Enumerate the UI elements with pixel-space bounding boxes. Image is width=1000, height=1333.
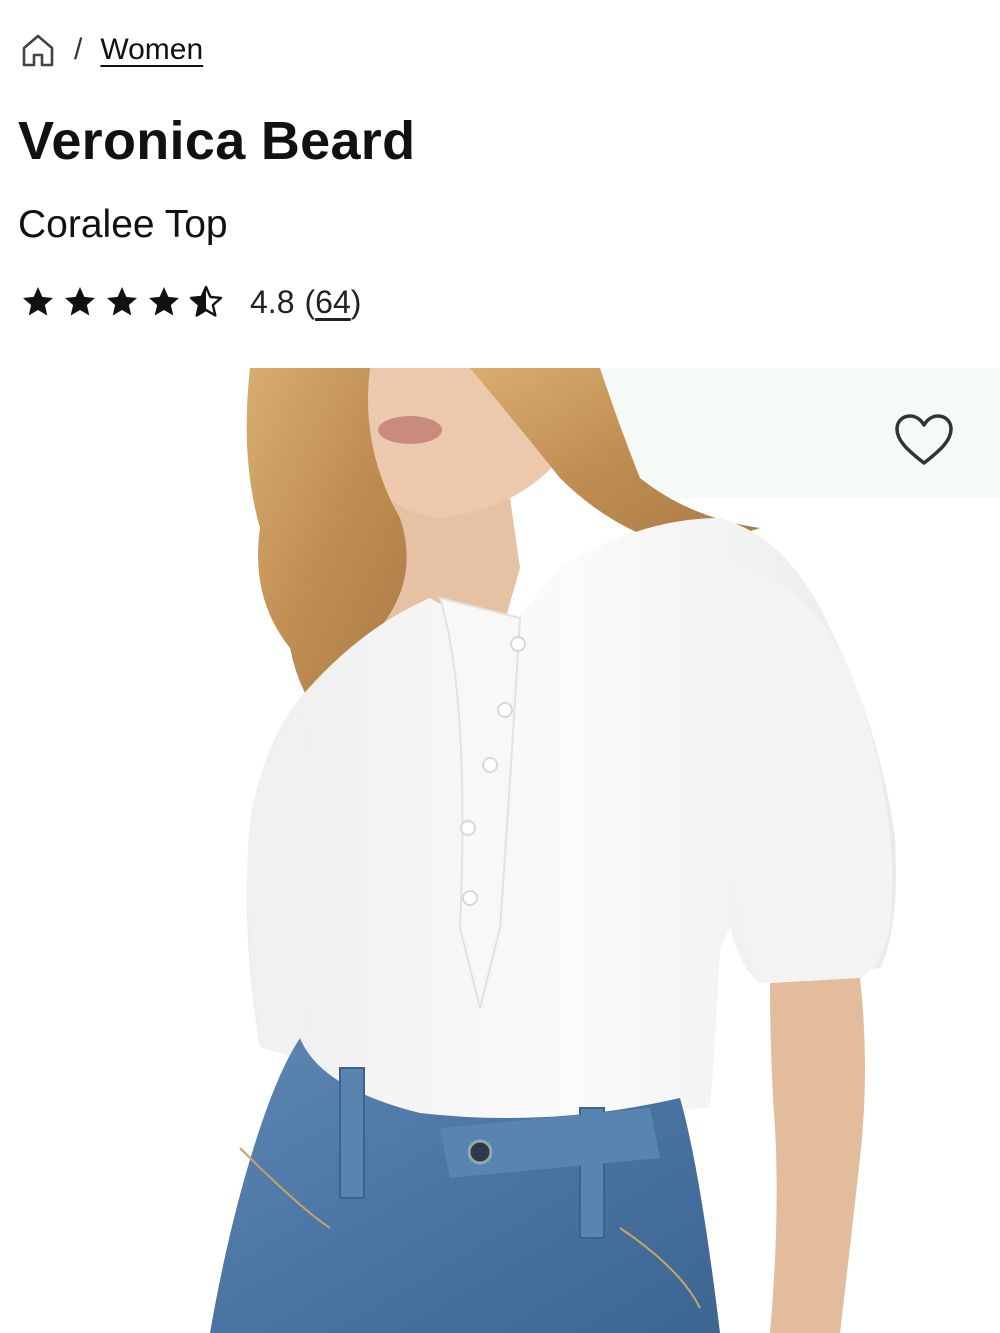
wishlist-button[interactable] — [892, 408, 956, 472]
rating-value: 4.8 — [250, 283, 295, 320]
product-title: Coralee Top — [18, 203, 228, 246]
star-half-icon — [189, 285, 223, 317]
star-filled-icon — [23, 287, 53, 316]
product-photo — [0, 368, 1000, 1333]
review-count-close: ) — [350, 283, 362, 320]
brand-name[interactable]: Veronica Beard — [18, 110, 415, 172]
breadcrumb-separator: / — [74, 33, 83, 66]
rating-summary[interactable]: 4.8 (64) — [20, 278, 361, 326]
star-rating — [20, 284, 224, 320]
star-filled-icon — [65, 287, 95, 316]
star-filled-icon — [107, 287, 137, 316]
breadcrumb: / Women — [20, 28, 203, 72]
heart-icon — [895, 414, 953, 465]
review-count-open: ( — [304, 283, 316, 320]
review-count-number[interactable]: 64 — [315, 284, 351, 320]
product-image[interactable] — [0, 368, 1000, 1333]
product-page: / Women Veronica Beard Coralee Top 4.8 (… — [0, 0, 1000, 1333]
star-filled-icon — [149, 287, 179, 316]
home-icon[interactable] — [20, 30, 56, 70]
breadcrumb-link-women[interactable]: Women — [100, 33, 203, 67]
review-count-link[interactable]: (64) — [304, 284, 361, 321]
